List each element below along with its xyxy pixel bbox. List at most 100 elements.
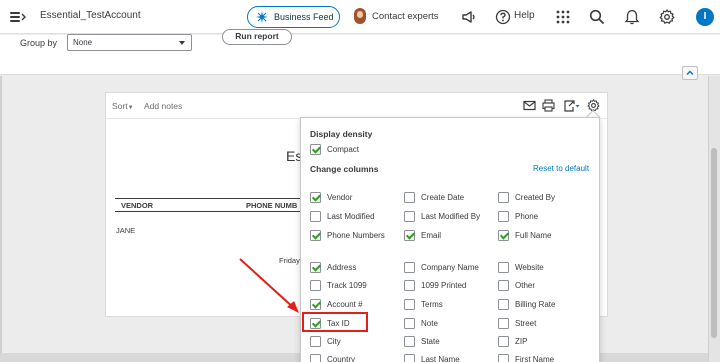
column-option-label: ZIP <box>515 337 528 346</box>
checkbox[interactable] <box>404 280 415 291</box>
column-option-track-1099[interactable]: Track 1099 <box>310 279 367 292</box>
checkbox[interactable] <box>404 230 415 241</box>
column-option-zip[interactable]: ZIP <box>498 335 527 348</box>
checkbox[interactable] <box>404 354 415 362</box>
checkbox[interactable] <box>404 192 415 203</box>
checkbox[interactable] <box>310 211 321 222</box>
email-icon[interactable] <box>523 99 536 112</box>
column-option-create-date[interactable]: Create Date <box>404 191 464 204</box>
column-option-terms[interactable]: Terms <box>404 298 443 311</box>
column-option-last-modified-by[interactable]: Last Modified By <box>404 210 480 223</box>
column-option-first-name[interactable]: First Name <box>498 353 554 362</box>
column-option-billing-rate[interactable]: Billing Rate <box>498 298 555 311</box>
account-name[interactable]: Essential_TestAccount <box>40 10 141 21</box>
column-option-note[interactable]: Note <box>404 317 438 330</box>
checkbox[interactable] <box>498 280 509 291</box>
menu-toggle-icon[interactable] <box>10 10 26 24</box>
top-header: Essential_TestAccount Business Feed Cont… <box>0 0 720 34</box>
column-option-vendor[interactable]: Vendor <box>310 191 352 204</box>
reset-to-default-link[interactable]: Reset to default <box>533 164 589 173</box>
column-header-phone[interactable]: PHONE NUMB <box>246 201 297 210</box>
display-density-title: Display density <box>310 129 373 139</box>
checkbox[interactable] <box>310 280 321 291</box>
column-option-city[interactable]: City <box>310 335 341 348</box>
export-icon[interactable] <box>563 99 580 112</box>
business-feed-button[interactable]: Business Feed <box>247 6 340 28</box>
compact-checkbox[interactable]: Compact <box>310 143 359 156</box>
left-edge-divider <box>0 76 2 353</box>
caret-down-icon: ▼ <box>127 105 134 111</box>
column-option-other[interactable]: Other <box>498 279 535 292</box>
column-option-company-name[interactable]: Company Name <box>404 261 479 274</box>
scrollbar-thumb[interactable] <box>711 148 717 338</box>
checkbox[interactable] <box>404 299 415 310</box>
checkbox[interactable] <box>310 336 321 347</box>
column-option-label: 1099 Printed <box>421 281 467 290</box>
checkbox[interactable] <box>404 262 415 273</box>
vertical-scrollbar[interactable] <box>708 76 720 362</box>
column-option-label: Account # <box>327 300 363 309</box>
checkbox[interactable] <box>310 192 321 203</box>
checkbox[interactable] <box>498 354 509 362</box>
settings-gear-icon[interactable] <box>659 9 675 25</box>
column-option-label: Created By <box>515 193 556 202</box>
checkbox[interactable] <box>498 230 509 241</box>
checkbox[interactable] <box>498 192 509 203</box>
column-option-state[interactable]: State <box>404 335 440 348</box>
column-option-phone[interactable]: Phone <box>498 210 538 223</box>
column-option-label: Terms <box>421 300 443 309</box>
announcement-icon[interactable] <box>461 9 477 25</box>
column-option-label: Company Name <box>421 263 479 272</box>
contact-experts-button[interactable]: Contact experts <box>354 8 439 24</box>
compact-label: Compact <box>327 145 360 154</box>
column-option-last-modified[interactable]: Last Modified <box>310 210 375 223</box>
run-report-button[interactable]: Run report <box>222 29 292 45</box>
column-header-vendor[interactable]: VENDOR <box>121 201 153 210</box>
column-option-street[interactable]: Street <box>498 317 536 330</box>
checkbox[interactable] <box>310 230 321 241</box>
collapse-filters-button[interactable] <box>682 66 698 80</box>
chevron-down-icon <box>179 41 185 45</box>
table-row[interactable]: JANE <box>116 226 135 235</box>
report-toolbar: Sort▼ Add notes <box>106 93 607 119</box>
checkbox[interactable] <box>498 318 509 329</box>
column-option-created-by[interactable]: Created By <box>498 191 555 204</box>
print-icon[interactable] <box>542 99 555 112</box>
help-icon[interactable] <box>495 9 511 25</box>
checkbox[interactable] <box>498 211 509 222</box>
column-option-label: Billing Rate <box>515 300 556 309</box>
checkbox[interactable] <box>404 318 415 329</box>
search-icon[interactable] <box>589 9 605 25</box>
apps-grid-icon[interactable] <box>555 9 571 25</box>
checkbox[interactable] <box>498 336 509 347</box>
checkbox[interactable] <box>498 262 509 273</box>
sparkle-icon <box>256 11 268 23</box>
group-by-select[interactable]: None <box>67 34 192 51</box>
column-option-full-name[interactable]: Full Name <box>498 229 551 242</box>
user-avatar[interactable]: I <box>696 8 714 26</box>
notifications-bell-icon[interactable] <box>624 9 640 25</box>
annotation-arrow-icon <box>239 258 299 313</box>
column-option-website[interactable]: Website <box>498 261 544 274</box>
column-option-account[interactable]: Account # <box>310 298 363 311</box>
checkbox[interactable] <box>310 299 321 310</box>
checkbox[interactable] <box>498 299 509 310</box>
help-label[interactable]: Help <box>514 10 535 21</box>
column-option-label: Phone <box>515 212 539 221</box>
column-option-email[interactable]: Email <box>404 229 441 242</box>
column-option-last-name[interactable]: Last Name <box>404 353 460 362</box>
column-option-1099-printed[interactable]: 1099 Printed <box>404 279 466 292</box>
checkbox[interactable] <box>404 211 415 222</box>
column-option-country[interactable]: Country <box>310 353 355 362</box>
column-option-label: Email <box>421 231 442 240</box>
add-notes-link[interactable]: Add notes <box>144 101 182 111</box>
column-option-address[interactable]: Address <box>310 261 356 274</box>
business-feed-label: Business Feed <box>274 12 334 22</box>
sort-dropdown[interactable]: Sort▼ <box>112 101 134 111</box>
column-option-phone-numbers[interactable]: Phone Numbers <box>310 229 385 242</box>
sort-label: Sort <box>112 101 128 111</box>
checkbox[interactable] <box>310 354 321 362</box>
checkbox[interactable] <box>404 336 415 347</box>
checkbox[interactable] <box>310 262 321 273</box>
checkbox[interactable] <box>310 144 321 155</box>
